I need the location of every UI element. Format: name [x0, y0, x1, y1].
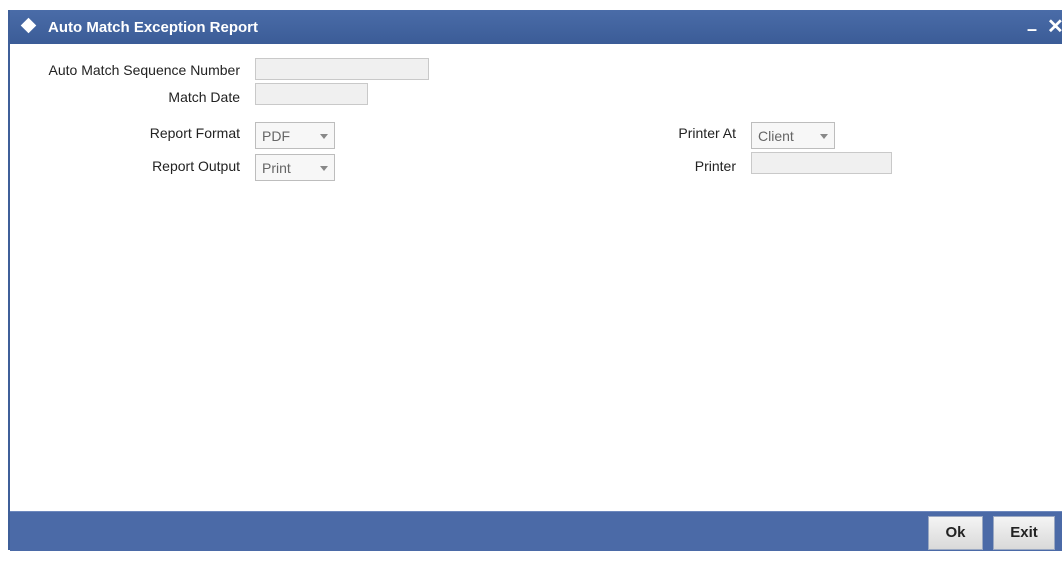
- close-icon[interactable]: ✕: [1047, 14, 1062, 39]
- printer-at-value: Client: [758, 128, 794, 144]
- chevron-down-icon: [320, 166, 328, 171]
- report-output-value: Print: [262, 160, 291, 176]
- report-output-label: Report Output: [152, 158, 240, 174]
- minimize-icon[interactable]: –: [1027, 19, 1037, 40]
- chevron-down-icon: [820, 134, 828, 139]
- footer-bar: Ok Exit: [10, 511, 1062, 551]
- exit-button[interactable]: Exit: [993, 516, 1055, 550]
- printer-label: Printer: [694, 158, 736, 174]
- diamond-icon: [20, 17, 37, 34]
- printer-at-select[interactable]: Client: [751, 122, 835, 149]
- printer-at-label: Printer At: [678, 125, 736, 141]
- report-format-label: Report Format: [149, 125, 240, 141]
- printer-field[interactable]: [751, 152, 892, 174]
- report-window: Auto Match Exception Report – ✕ Auto Mat…: [8, 10, 1062, 551]
- match-date-label: Match Date: [168, 89, 240, 105]
- match-date-field[interactable]: [255, 83, 368, 105]
- title-bar[interactable]: Auto Match Exception Report – ✕: [10, 10, 1062, 44]
- ok-button[interactable]: Ok: [928, 516, 983, 550]
- window-title: Auto Match Exception Report: [48, 19, 259, 36]
- sequence-number-field[interactable]: [255, 58, 429, 80]
- report-format-value: PDF: [262, 128, 290, 144]
- report-format-select[interactable]: PDF: [255, 122, 335, 149]
- report-output-select[interactable]: Print: [255, 154, 335, 181]
- chevron-down-icon: [320, 134, 328, 139]
- sequence-number-label: Auto Match Sequence Number: [48, 62, 240, 78]
